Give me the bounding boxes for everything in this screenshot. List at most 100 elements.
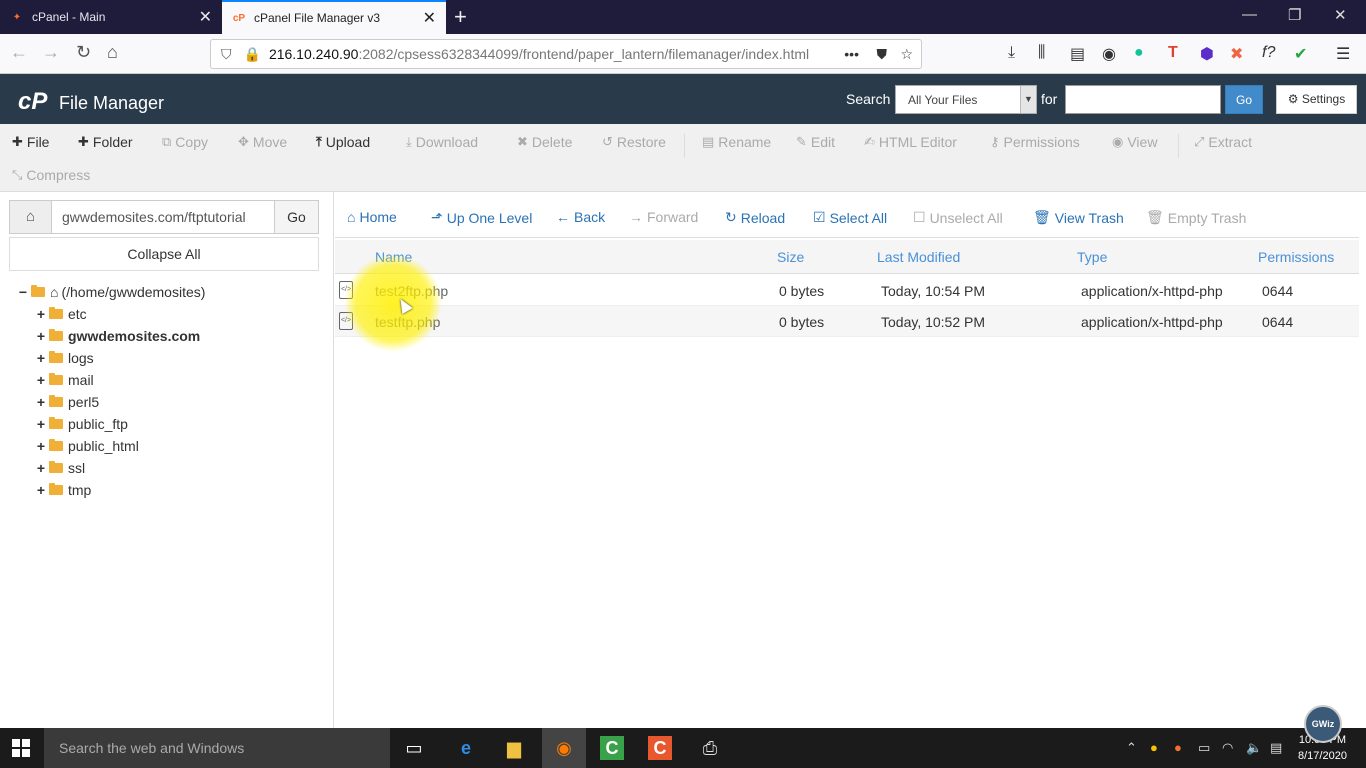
expand-icon[interactable]: + <box>36 394 46 410</box>
tray-app-icon[interactable]: ● <box>1174 740 1182 755</box>
tree-item[interactable]: + public_ftp <box>36 416 128 432</box>
column-name[interactable]: Name <box>375 249 412 265</box>
compress-button[interactable]: ⤡ Compress <box>12 167 90 183</box>
edit-button[interactable]: ✎ Edit <box>796 134 835 150</box>
search-input[interactable] <box>1065 85 1221 114</box>
more-icon[interactable]: ••• <box>844 46 859 62</box>
path-input[interactable]: gwwdemosites.com/ftptutorial <box>62 209 246 225</box>
expand-icon[interactable]: + <box>36 416 46 432</box>
tab-file-manager[interactable]: cP cPanel File Manager v3 ✕ <box>222 0 446 34</box>
home-icon[interactable]: ⌂ <box>107 42 118 63</box>
reload-icon[interactable]: ↻ <box>76 42 91 63</box>
account-icon[interactable]: ◉ <box>1102 44 1116 64</box>
permissions-button[interactable]: ⚷ Permissions <box>990 134 1080 150</box>
library-icon[interactable]: ⫼ <box>1038 44 1045 62</box>
function-extension-icon[interactable]: f? <box>1262 44 1275 62</box>
app-c-icon[interactable]: C <box>648 736 672 760</box>
windows-start-icon[interactable] <box>12 739 30 757</box>
column-last-modified[interactable]: Last Modified <box>877 249 960 265</box>
forward-arrow-icon[interactable]: → <box>42 42 60 63</box>
menu-icon[interactable]: ☰ <box>1336 44 1350 64</box>
firefox-icon[interactable]: ◉ <box>542 728 586 768</box>
tree-item[interactable]: + mail <box>36 372 94 388</box>
search-scope-select[interactable]: All Your Files ▼ <box>895 85 1037 114</box>
expand-icon[interactable]: + <box>36 306 46 322</box>
download-icon[interactable]: ⤓ <box>1008 44 1015 62</box>
tree-item[interactable]: + etc <box>36 306 87 322</box>
extract-button[interactable]: ⤢ Extract <box>1194 134 1252 150</box>
collapse-all-button[interactable]: Collapse All <box>9 237 319 271</box>
table-row[interactable]: </> test2ftp.php 0 bytes Today, 10:54 PM… <box>335 275 1359 306</box>
home-nav-button[interactable]: ⌂ Home <box>347 209 397 225</box>
expand-icon[interactable]: + <box>36 482 46 498</box>
close-tab-icon[interactable]: ✕ <box>199 7 212 27</box>
column-size[interactable]: Size <box>777 249 804 265</box>
file-explorer-icon[interactable]: ▆ <box>502 736 526 760</box>
edge-browser-icon[interactable]: e <box>454 736 478 760</box>
bookmark-star-icon[interactable]: ☆ <box>900 46 913 63</box>
tree-item[interactable]: + ssl <box>36 460 85 476</box>
file-name[interactable]: test2ftp.php <box>375 283 448 299</box>
text-extension-icon[interactable]: T <box>1168 44 1178 62</box>
close-tab-icon[interactable]: ✕ <box>423 8 436 28</box>
volume-icon[interactable]: 🔈 <box>1246 740 1262 756</box>
column-type[interactable]: Type <box>1077 249 1107 265</box>
expand-icon[interactable]: + <box>36 328 46 344</box>
tray-chevron-up-icon[interactable]: ⌃ <box>1126 740 1137 756</box>
expand-icon[interactable]: + <box>36 438 46 454</box>
sidebar-icon[interactable]: ▤ <box>1070 44 1085 64</box>
tree-item[interactable]: + perl5 <box>36 394 99 410</box>
url-bar[interactable]: ⛉ 🔒 216.10.240.90 :2082/cpsess6328344099… <box>210 39 922 69</box>
view-button[interactable]: ◉ View <box>1112 134 1157 150</box>
rename-button[interactable]: ▤ Rename <box>702 134 771 150</box>
network-app-icon[interactable]: ⎙ <box>698 736 722 760</box>
x-extension-icon[interactable]: ✖ <box>1230 44 1243 64</box>
tree-item[interactable]: + public_html <box>36 438 139 454</box>
battery-icon[interactable]: ▭ <box>1198 740 1210 756</box>
new-tab-icon[interactable]: + <box>454 4 467 30</box>
close-window-icon[interactable]: ✕ <box>1334 6 1347 24</box>
tree-item[interactable]: + gwwdemosites.com <box>36 328 200 344</box>
collapse-icon[interactable]: − <box>18 284 28 300</box>
delete-button[interactable]: ✖ Delete <box>517 134 572 150</box>
wifi-icon[interactable]: ◠ <box>1222 740 1233 756</box>
notifications-icon[interactable]: ▤ <box>1270 740 1282 756</box>
expand-icon[interactable]: + <box>36 460 46 476</box>
task-view-icon[interactable]: ▭ <box>402 736 426 760</box>
tray-app-icon[interactable]: ● <box>1150 740 1158 755</box>
file-name[interactable]: testftp.php <box>375 314 440 330</box>
grammarly-icon[interactable]: ● <box>1134 44 1144 62</box>
new-folder-button[interactable]: ✚ Folder <box>78 134 133 150</box>
upload-button[interactable]: ⤒ Upload <box>316 134 370 150</box>
column-permissions[interactable]: Permissions <box>1258 249 1334 265</box>
search-go-button[interactable]: Go <box>1225 85 1263 114</box>
tree-root[interactable]: − ⌂ (/home/gwwdemosites) <box>18 284 206 300</box>
view-trash-button[interactable]: 🗑 View Trash <box>1033 209 1124 226</box>
forward-button[interactable]: → Forward <box>629 209 698 225</box>
check-extension-icon[interactable]: ✔ <box>1294 44 1307 64</box>
hexagon-extension-icon[interactable]: ⬢ <box>1200 44 1214 64</box>
home-icon[interactable]: ⌂ <box>10 201 52 233</box>
tree-item[interactable]: + logs <box>36 350 94 366</box>
table-row[interactable]: </> testftp.php 0 bytes Today, 10:52 PM … <box>335 306 1359 337</box>
download-button[interactable]: ⤓ Download <box>406 134 478 150</box>
restore-button[interactable]: ↺ Restore <box>602 134 666 150</box>
move-button[interactable]: ✥ Move <box>238 134 287 150</box>
up-one-level-button[interactable]: ⬏ Up One Level <box>431 209 532 226</box>
path-go-button[interactable]: Go <box>274 201 318 233</box>
expand-icon[interactable]: + <box>36 350 46 366</box>
taskbar-search[interactable]: Search the web and Windows <box>44 728 390 768</box>
html-editor-button[interactable]: ✍ HTML Editor <box>864 134 957 150</box>
new-file-button[interactable]: ✚ File <box>12 134 49 150</box>
settings-button[interactable]: ⚙ Settings <box>1276 85 1357 114</box>
back-button[interactable]: ← Back <box>556 209 605 225</box>
reload-button[interactable]: ↻ Reload <box>725 209 785 226</box>
empty-trash-button[interactable]: 🗑 Empty Trash <box>1146 209 1246 226</box>
back-arrow-icon[interactable]: ← <box>10 42 28 63</box>
restore-window-icon[interactable]: ❐ <box>1288 6 1301 24</box>
pocket-icon[interactable]: ⛊ <box>877 46 888 63</box>
tab-cpanel-main[interactable]: ✦ cPanel - Main ✕ <box>0 0 222 34</box>
minimize-icon[interactable]: — <box>1242 6 1257 23</box>
expand-icon[interactable]: + <box>36 372 46 388</box>
tree-item[interactable]: + tmp <box>36 482 91 498</box>
